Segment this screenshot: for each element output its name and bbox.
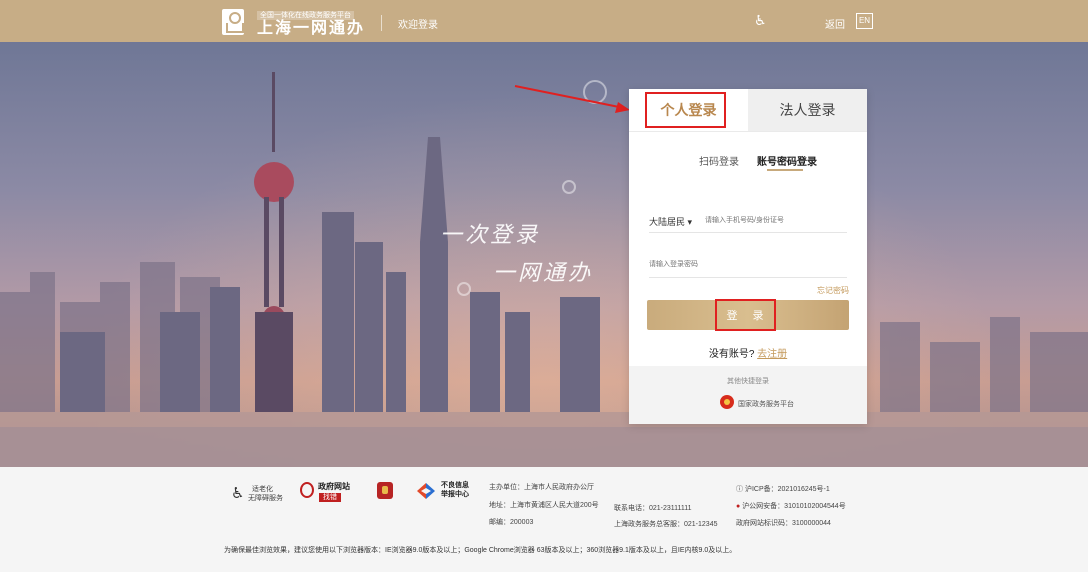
slogan-line-1: 一次登录 [440, 222, 541, 247]
language-toggle-button[interactable]: EN [856, 13, 873, 29]
login-card: 个人登录 法人登录 扫码登录 账号密码登录 大陆居民 ▾ 忘记密码 登 录 没有… [629, 89, 867, 424]
police-text: 沪公网安备：31010102004544号 [742, 503, 846, 510]
password-login-mode[interactable]: 账号密码登录 [757, 153, 817, 168]
register-link[interactable]: 去注册 [757, 349, 787, 360]
postcode-info: 邮编：200003 [489, 519, 534, 526]
icp-text: 沪ICP备：2021016245号-1 [744, 486, 830, 493]
phone-info: 联系电话：021-23111111 [614, 505, 692, 512]
logo-icon[interactable] [222, 9, 244, 35]
brand-title[interactable]: 上海一网通办 [257, 20, 365, 38]
host-info: 主办单位：上海市人民政府办公厅 [489, 484, 594, 491]
password-input[interactable] [649, 255, 847, 273]
icp-link[interactable]: ⓘ 沪ICP备：2021016245号-1 [736, 485, 830, 494]
forgot-password-link[interactable]: 忘记密码 [817, 285, 849, 296]
report-center-label[interactable]: 不良信息 举报中心 [441, 481, 473, 499]
quick-login-area: 其他快捷登录 国家政务服务平台 [629, 366, 867, 424]
magnifier-icon[interactable] [300, 482, 314, 498]
quick-login-title: 其他快捷登录 [727, 378, 769, 385]
wheelchair-icon[interactable]: ♿ [231, 484, 244, 502]
site-code-info: 政府网站标识码：3100000044 [736, 520, 831, 527]
input-underline [649, 277, 847, 278]
decor-circle [583, 80, 607, 104]
address-info: 地址：上海市黄浦区人民大道200号 [489, 502, 599, 509]
a11y-service-label-2[interactable]: 无障碍服务 [248, 494, 283, 503]
decor-circle [562, 180, 576, 194]
hero-banner: 一次登录 一网通办 [0, 42, 1088, 467]
report-label-line-2: 举报中心 [441, 491, 469, 498]
qr-login-mode[interactable]: 扫码登录 [699, 153, 739, 168]
decor-circle [457, 282, 471, 296]
region-select[interactable]: 大陆居民 ▾ [649, 215, 692, 228]
gov-site-label[interactable]: 政府网站 [318, 481, 350, 492]
brand-subtitle: 全国一体化在线政务服务平台 [257, 11, 354, 20]
id-input[interactable] [705, 211, 847, 229]
report-label-line-1: 不良信息 [441, 482, 469, 489]
party-emblem-icon[interactable] [377, 482, 393, 499]
input-underline [649, 232, 847, 233]
login-button[interactable]: 登 录 [647, 300, 849, 330]
login-type-tabs: 个人登录 法人登录 [629, 89, 867, 131]
national-emblem-icon[interactable] [720, 395, 734, 409]
accessibility-icon[interactable]: ♿ [754, 12, 767, 28]
tab-divider [629, 131, 867, 132]
back-link[interactable]: 返回 [825, 16, 845, 31]
gov-error-report-button[interactable]: 找错 [319, 493, 341, 502]
police-record-link[interactable]: ● 沪公网安备：31010102004544号 [736, 502, 846, 511]
header-divider [381, 15, 382, 31]
police-badge-icon: ● [736, 503, 741, 510]
register-prompt: 没有账号? 去注册 [629, 345, 867, 360]
info-icon: ⓘ [736, 486, 745, 493]
welcome-text: 欢迎登录 [398, 20, 438, 31]
a11y-service-label[interactable]: 适老化 [252, 485, 273, 494]
active-mode-indicator [767, 169, 803, 171]
no-account-text: 没有账号? [708, 349, 755, 360]
tab-legal-login[interactable]: 法人登录 [748, 89, 867, 131]
tab-personal-login[interactable]: 个人登录 [629, 89, 748, 131]
top-header: 全国一体化在线政务服务平台 上海一网通办 欢迎登录 ♿ 返回 EN [0, 0, 1088, 42]
browser-note: 为确保最佳浏览效果，建议您使用以下浏览器版本：IE浏览器9.0版本及以上；Goo… [224, 547, 737, 554]
slogan-line-2: 一网通办 [493, 260, 594, 285]
hotline-info: 上海政务服务总客服：021-12345 [614, 521, 718, 528]
report-center-icon[interactable] [417, 483, 435, 499]
footer: ♿ 适老化 无障碍服务 政府网站 找错 不良信息 举报中心 主办单位：上海市人民… [0, 467, 1088, 572]
national-platform-link[interactable]: 国家政务服务平台 [738, 399, 794, 409]
